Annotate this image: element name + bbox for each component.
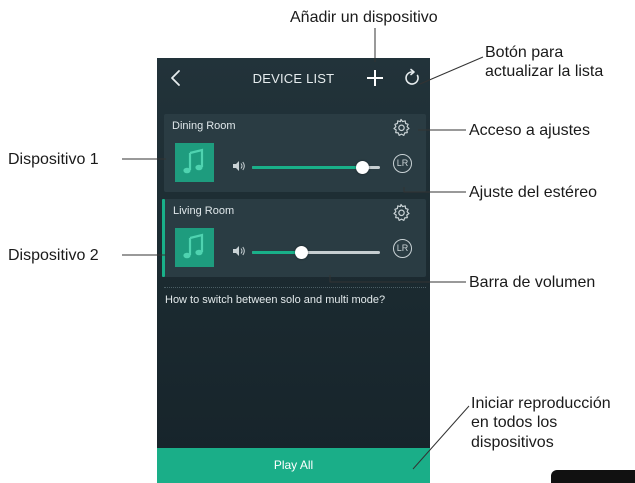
speaker-icon [233, 246, 245, 256]
volume-fill [252, 251, 301, 254]
speaker-icon [233, 161, 245, 171]
phone-screen: DEVICE LIST Dining Room LR Living Room L… [157, 58, 430, 483]
volume-slider[interactable] [252, 161, 380, 174]
album-art [175, 143, 214, 182]
device-name: Living Room [173, 205, 235, 217]
plus-icon[interactable] [363, 66, 387, 90]
volume-knob[interactable] [356, 161, 370, 174]
annotation-device-1: Dispositivo 1 [8, 151, 99, 168]
device-name: Dining Room [172, 120, 236, 132]
top-bar: DEVICE LIST [157, 58, 430, 100]
device-card-living-room[interactable]: Living Room LR [162, 199, 426, 277]
lr-stereo-icon[interactable]: LR [393, 154, 412, 173]
annotation-playall-3: dispositivos [471, 434, 554, 451]
annotation-stereo: Ajuste del estéreo [469, 184, 598, 201]
music-note-icon [183, 233, 204, 259]
volume-knob[interactable] [294, 246, 308, 259]
corner-block [551, 470, 635, 483]
annotation-settings: Acceso a ajustes [469, 122, 590, 139]
refresh-icon[interactable] [402, 68, 422, 88]
annotation-volume-bar: Barra de volumen [469, 274, 596, 291]
music-note-icon [183, 148, 204, 174]
annotation-playall-1: Iniciar reproducción [471, 395, 611, 412]
annotation-device-2: Dispositivo 2 [8, 247, 99, 264]
play-all-button[interactable]: Play All [157, 448, 430, 483]
volume-fill [252, 166, 363, 169]
annotation-add-device: Añadir un dispositivo [290, 9, 438, 26]
annotation-refresh-2: actualizar la lista [485, 63, 604, 80]
device-card-dining-room[interactable]: Dining Room LR [164, 114, 426, 192]
gear-icon[interactable] [391, 118, 411, 138]
page-title: DEVICE LIST [252, 71, 335, 86]
annotation-refresh-1: Botón para [485, 44, 564, 61]
help-link[interactable]: How to switch between solo and multi mod… [165, 294, 385, 306]
selected-indicator [162, 199, 165, 277]
divider [164, 287, 426, 288]
gear-icon[interactable] [391, 203, 411, 223]
lr-stereo-icon[interactable]: LR [393, 239, 412, 258]
volume-slider[interactable] [252, 246, 380, 259]
album-art [175, 228, 214, 267]
annotation-playall-2: en todos los [471, 414, 558, 431]
